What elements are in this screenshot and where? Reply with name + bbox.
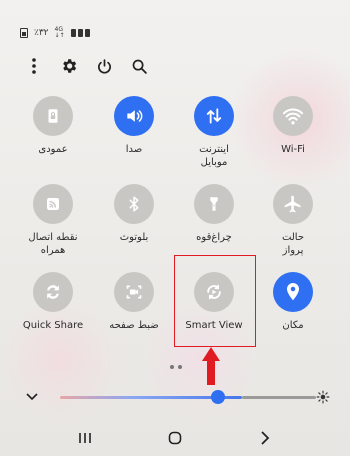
search-icon[interactable] bbox=[129, 56, 149, 76]
status-bar: ٪٣٢ 4G ↓↑ bbox=[20, 26, 90, 40]
quick-settings-panel: ٪٣٢ 4G ↓↑ عمودی صدا اینترنت موبایل Wi-Fi… bbox=[0, 0, 350, 456]
chevron-down-icon[interactable] bbox=[26, 392, 38, 402]
tile-quick-share[interactable]: Quick Share bbox=[13, 272, 93, 332]
tile-screen-record[interactable]: ضبط صفحه bbox=[94, 272, 174, 332]
tile-airplane[interactable]: حالت پرواز bbox=[253, 184, 333, 257]
tile-flashlight[interactable]: چراغ‌قوه bbox=[174, 184, 254, 244]
tile-wifi[interactable]: Wi-Fi bbox=[253, 96, 333, 156]
tile-label: نقطه اتصال همراه bbox=[28, 232, 78, 256]
wifi-icon bbox=[273, 96, 313, 136]
tile-label: چراغ‌قوه bbox=[196, 232, 232, 243]
tile-label: بلوتوث bbox=[119, 232, 149, 243]
flashlight-icon bbox=[194, 184, 234, 224]
location-icon bbox=[273, 272, 313, 312]
power-icon[interactable] bbox=[94, 56, 114, 76]
screen-record-icon bbox=[114, 272, 154, 312]
tile-mobile-data[interactable]: اینترنت موبایل bbox=[174, 96, 254, 169]
rotation-lock-icon bbox=[33, 96, 73, 136]
tile-hotspot[interactable]: نقطه اتصال همراه bbox=[13, 184, 93, 257]
tile-label: مکان bbox=[282, 320, 304, 331]
highlight-box bbox=[174, 255, 256, 347]
tile-sound[interactable]: صدا bbox=[94, 96, 174, 156]
bluetooth-icon bbox=[114, 184, 154, 224]
tile-label: اینترنت موبایل bbox=[199, 144, 229, 168]
tile-label: حالت پرواز bbox=[281, 232, 305, 256]
hotspot-icon bbox=[33, 184, 73, 224]
sound-icon bbox=[114, 96, 154, 136]
mobile-data-icon bbox=[194, 96, 234, 136]
brightness-control bbox=[24, 386, 334, 410]
tile-label: صدا bbox=[125, 144, 143, 155]
status-icons bbox=[70, 29, 90, 37]
tile-label: Wi-Fi bbox=[281, 144, 305, 155]
brightness-track bbox=[242, 396, 316, 399]
tile-location[interactable]: مکان bbox=[253, 272, 333, 332]
tile-bluetooth[interactable]: بلوتوث bbox=[94, 184, 174, 244]
back-icon[interactable] bbox=[253, 426, 277, 450]
tile-label: عمودی bbox=[38, 144, 68, 155]
top-controls bbox=[24, 56, 149, 76]
tile-rotation[interactable]: عمودی bbox=[13, 96, 93, 156]
tile-label: Quick Share bbox=[22, 320, 84, 331]
sun-icon bbox=[316, 390, 330, 404]
pointer-arrow-icon bbox=[202, 347, 220, 385]
navigation-bar bbox=[0, 420, 350, 456]
home-icon[interactable] bbox=[163, 426, 187, 450]
recent-apps-icon[interactable] bbox=[73, 426, 97, 450]
more-options-icon[interactable] bbox=[24, 56, 44, 76]
tile-label: ضبط صفحه bbox=[109, 320, 159, 331]
settings-gear-icon[interactable] bbox=[59, 56, 79, 76]
network-indicator: 4G ↓↑ bbox=[54, 26, 65, 39]
page-indicator bbox=[170, 365, 182, 369]
quick-share-icon bbox=[33, 272, 73, 312]
battery-percent: ٪٣٢ bbox=[34, 28, 49, 38]
battery-icon bbox=[20, 28, 28, 38]
airplane-icon bbox=[273, 184, 313, 224]
brightness-slider-thumb[interactable] bbox=[211, 390, 225, 404]
